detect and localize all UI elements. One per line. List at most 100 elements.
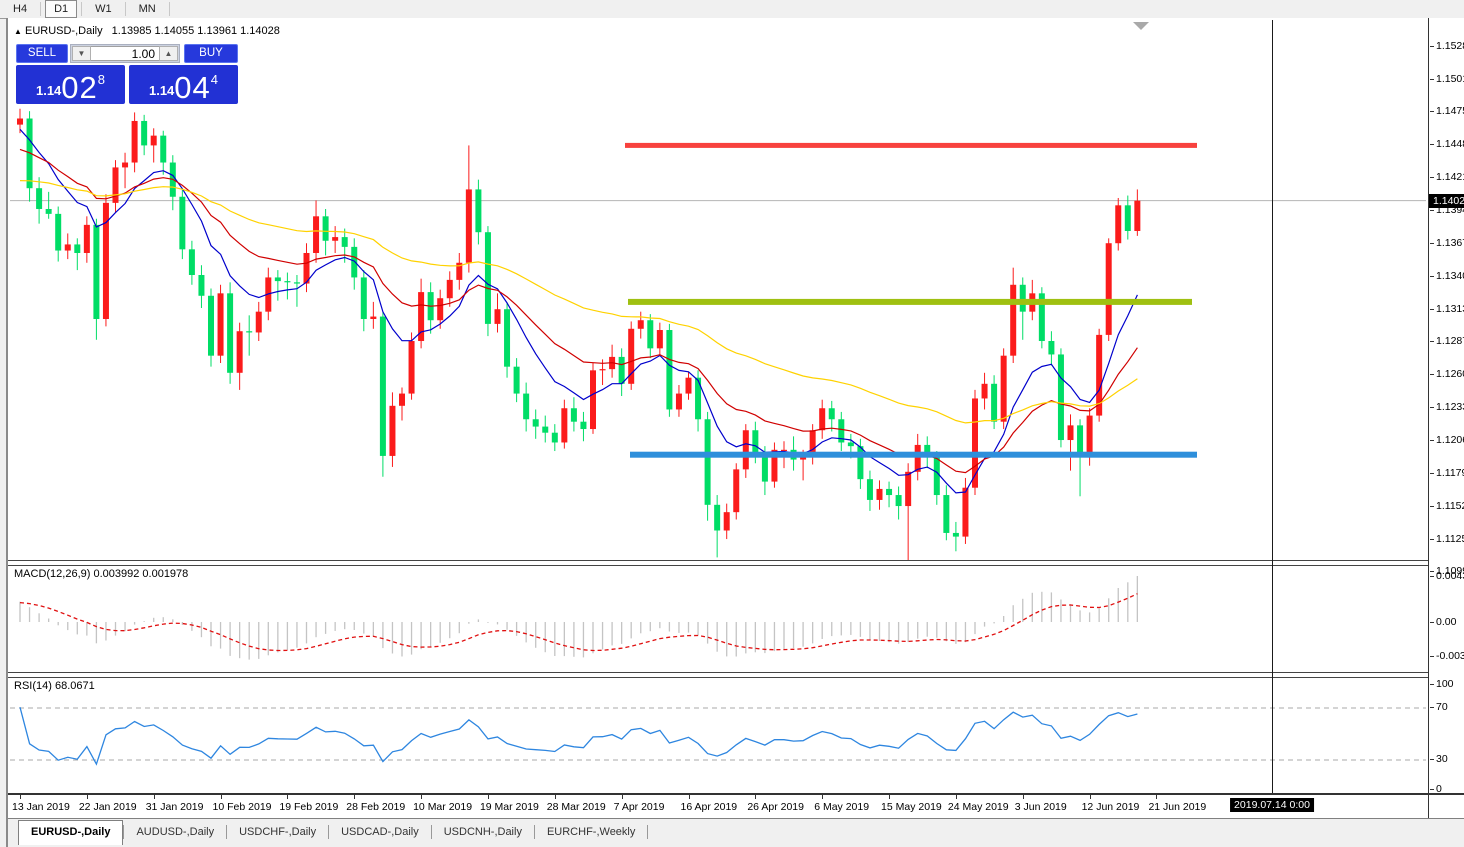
toolbar-separator [40, 2, 41, 16]
indicator-axis-label: 0.00 [1436, 616, 1456, 628]
time-axis-label: 12 Jun 2019 [1082, 801, 1140, 813]
macd-canvas[interactable] [8, 564, 1428, 672]
volume-group: ▼ ▲ [70, 44, 180, 63]
time-axis-label: 13 Jan 2019 [12, 801, 70, 813]
tab-separator [647, 825, 648, 839]
time-axis-label: 24 May 2019 [948, 801, 1009, 813]
price-axis-label: 1.11795 [1436, 467, 1464, 479]
price-axis-label: 1.13135 [1436, 303, 1464, 315]
price-axis-label: 1.11525 [1436, 500, 1464, 512]
current-price-tag: 1.14028 [1429, 194, 1464, 208]
time-axis-tick [488, 795, 489, 799]
time-axis-label: 10 Mar 2019 [413, 801, 472, 813]
chart-tab-usdchf[interactable]: USDCHF-,Daily [227, 821, 328, 843]
price-axis-label: 1.14480 [1436, 138, 1464, 150]
mt4-window: H4 D1 W1 MN ▲ EURUSD-,Daily 1.13985 1.14055… [0, 0, 1464, 847]
sell-button[interactable]: SELL [16, 44, 68, 63]
ohlc-values: 1.13985 1.14055 1.13961 1.14028 [112, 25, 280, 37]
toolbar-separator [125, 2, 126, 16]
indicator-axis-label: -0.00371 [1436, 650, 1464, 662]
time-axis-label: 3 Jun 2019 [1015, 801, 1067, 813]
time-axis-tick [1023, 795, 1024, 799]
symbol-collapse-icon[interactable]: ▲ [14, 27, 22, 36]
buy-price-tile[interactable]: 1.14044 [129, 65, 238, 104]
time-axis-tick [354, 795, 355, 799]
price-axis-label: 1.12065 [1436, 434, 1464, 446]
time-axis-label: 28 Mar 2019 [547, 801, 606, 813]
price-axis-label: 1.13675 [1436, 237, 1464, 249]
toolbar-separator [81, 2, 82, 16]
indicator-axis-label: 100 [1436, 678, 1454, 690]
sell-price-sup: 8 [98, 72, 105, 87]
timeframe-toolbar: H4 D1 W1 MN [0, 0, 1464, 19]
time-axis-label: 7 Apr 2019 [614, 801, 665, 813]
buy-price-small: 1.14 [149, 83, 174, 98]
indicator-axis-label: 30 [1436, 753, 1448, 765]
time-axis-label: 6 May 2019 [814, 801, 869, 813]
time-axis-tick [421, 795, 422, 799]
time-axis-tick [689, 795, 690, 799]
time-axis-tick [1090, 795, 1091, 799]
price-axis-label: 1.14750 [1436, 105, 1464, 117]
timeframe-button-h4[interactable]: H4 [4, 0, 36, 18]
time-axis[interactable]: 2019.07.14 0:00 13 Jan 201922 Jan 201931… [8, 795, 1428, 818]
indicator-axis-label: 0.004359 [1436, 570, 1464, 582]
chart-title: ▲ EURUSD-,Daily 1.13985 1.14055 1.13961 … [14, 25, 280, 37]
toolbar-separator [169, 2, 170, 16]
timeframe-button-d1[interactable]: D1 [45, 0, 77, 18]
sell-price-small: 1.14 [36, 83, 61, 98]
price-axis-label: 1.14210 [1436, 171, 1464, 183]
price-axis-label: 1.12600 [1436, 368, 1464, 380]
time-axis-tick [956, 795, 957, 799]
price-axis-label: 1.11255 [1436, 533, 1464, 545]
buy-price-big: 04 [174, 75, 210, 101]
sell-price-tile[interactable]: 1.14028 [16, 65, 125, 104]
macd-label: MACD(12,26,9) 0.003992 0.001978 [14, 568, 188, 580]
chart-tab-usdcnh[interactable]: USDCNH-,Daily [432, 821, 534, 843]
price-axis-label: 1.15285 [1436, 40, 1464, 52]
indicator-axis-label: 70 [1436, 701, 1448, 713]
time-axis-tick [221, 795, 222, 799]
price-axis-label: 1.15015 [1436, 73, 1464, 85]
time-axis-tick [1156, 795, 1157, 799]
time-axis-tick [622, 795, 623, 799]
chart-window: ▲ EURUSD-,Daily 1.13985 1.14055 1.13961 … [6, 18, 1464, 847]
buy-button[interactable]: BUY [184, 44, 238, 63]
time-axis-label: 10 Feb 2019 [213, 801, 272, 813]
time-axis-label: 15 May 2019 [881, 801, 942, 813]
time-axis-tick [20, 795, 21, 799]
rsi-label: RSI(14) 68.0671 [14, 680, 95, 692]
volume-increase-button[interactable]: ▲ [159, 46, 178, 61]
volume-decrease-button[interactable]: ▼ [72, 46, 91, 61]
chart-tab-eurusd[interactable]: EURUSD-,Daily [18, 820, 123, 845]
chart-tab-usdcad[interactable]: USDCAD-,Daily [329, 821, 431, 843]
cursor-date-tag: 2019.07.14 0:00 [1230, 798, 1314, 812]
time-axis-tick [755, 795, 756, 799]
time-axis-label: 21 Jun 2019 [1148, 801, 1206, 813]
chart-tab-audusd[interactable]: AUDUSD-,Daily [124, 821, 226, 843]
chart-shift-marker-icon[interactable] [1133, 22, 1149, 30]
price-axis-label: 1.12870 [1436, 335, 1464, 347]
chart-tab-eurchf[interactable]: EURCHF-,Weekly [535, 821, 647, 843]
time-axis-label: 19 Mar 2019 [480, 801, 539, 813]
time-axis-tick [555, 795, 556, 799]
symbol-period-label: EURUSD-,Daily [25, 25, 103, 37]
rsi-canvas[interactable] [8, 676, 1428, 793]
time-axis-tick [287, 795, 288, 799]
time-axis-tick [87, 795, 88, 799]
sell-price-big: 02 [61, 75, 97, 101]
time-axis-tick [154, 795, 155, 799]
one-click-trading-widget: SELL ▼ ▲ BUY 1.14028 1.14044 [16, 44, 238, 104]
time-axis-label: 26 Apr 2019 [747, 801, 804, 813]
volume-input[interactable] [91, 46, 159, 61]
buy-price-sup: 4 [211, 72, 218, 87]
price-axis[interactable]: 1.152851.150151.147501.144801.142101.139… [1429, 18, 1464, 818]
time-axis-label: 19 Feb 2019 [279, 801, 338, 813]
cursor-vertical-line [1272, 20, 1273, 793]
price-axis-label: 1.12330 [1436, 401, 1464, 413]
time-axis-label: 28 Feb 2019 [346, 801, 405, 813]
time-axis-label: 16 Apr 2019 [681, 801, 738, 813]
timeframe-button-w1[interactable]: W1 [86, 0, 121, 18]
timeframe-button-mn[interactable]: MN [130, 0, 165, 18]
time-axis-tick [822, 795, 823, 799]
